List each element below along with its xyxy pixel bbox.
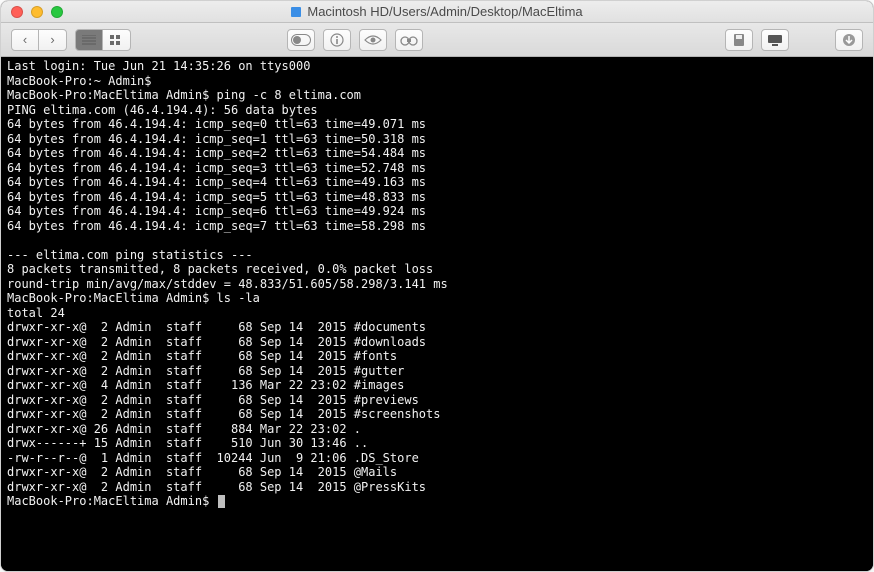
monitor-button[interactable] bbox=[761, 29, 789, 51]
info-button[interactable] bbox=[323, 29, 351, 51]
ping-reply: 64 bytes from 46.4.194.4: icmp_seq=5 ttl… bbox=[7, 190, 426, 204]
forward-button[interactable]: › bbox=[39, 29, 67, 51]
ls-row: drwxr-xr-x@ 2 Admin staff 68 Sep 14 2015… bbox=[7, 407, 440, 421]
preview-button[interactable] bbox=[359, 29, 387, 51]
ping-reply: 64 bytes from 46.4.194.4: icmp_seq=6 ttl… bbox=[7, 204, 426, 218]
window-title: Macintosh HD/Users/Admin/Desktop/MacElti… bbox=[9, 4, 865, 19]
view-group bbox=[75, 29, 131, 51]
grid-view-button[interactable] bbox=[103, 29, 131, 51]
ls-row: drwxr-xr-x@ 26 Admin staff 884 Mar 22 23… bbox=[7, 422, 361, 436]
ls-row: drwx------+ 15 Admin staff 510 Jun 30 13… bbox=[7, 436, 368, 450]
traffic-lights bbox=[11, 6, 63, 18]
ping-stats-1: 8 packets transmitted, 8 packets receive… bbox=[7, 262, 433, 276]
titlebar: Macintosh HD/Users/Admin/Desktop/MacElti… bbox=[1, 1, 873, 23]
search-button[interactable] bbox=[395, 29, 423, 51]
ping-stats-hdr: --- eltima.com ping statistics --- bbox=[7, 248, 253, 262]
minimize-icon[interactable] bbox=[31, 6, 43, 18]
ping-reply: 64 bytes from 46.4.194.4: icmp_seq=4 ttl… bbox=[7, 175, 426, 189]
ping-reply: 64 bytes from 46.4.194.4: icmp_seq=2 ttl… bbox=[7, 146, 426, 160]
download-button[interactable] bbox=[835, 29, 863, 51]
cursor bbox=[218, 495, 225, 508]
prompt-dir-2: MacBook-Pro:MacEltima Admin$ bbox=[7, 291, 217, 305]
app-icon bbox=[291, 7, 301, 17]
window-title-text: Macintosh HD/Users/Admin/Desktop/MacElti… bbox=[307, 4, 582, 19]
list-view-button[interactable] bbox=[75, 29, 103, 51]
ping-header: PING eltima.com (46.4.194.4): 56 data by… bbox=[7, 103, 318, 117]
ls-row: drwxr-xr-x@ 2 Admin staff 68 Sep 14 2015… bbox=[7, 480, 426, 494]
ping-reply: 64 bytes from 46.4.194.4: icmp_seq=0 ttl… bbox=[7, 117, 426, 131]
ls-row: drwxr-xr-x@ 2 Admin staff 68 Sep 14 2015… bbox=[7, 465, 397, 479]
grid-icon bbox=[110, 35, 124, 45]
ls-row: drwxr-xr-x@ 2 Admin staff 68 Sep 14 2015… bbox=[7, 364, 404, 378]
nav-group: ‹ › bbox=[11, 29, 67, 51]
ls-row: -rw-r--r--@ 1 Admin staff 10244 Jun 9 21… bbox=[7, 451, 419, 465]
prompt-dir-3: MacBook-Pro:MacEltima Admin$ bbox=[7, 494, 217, 508]
app-window: Macintosh HD/Users/Admin/Desktop/MacElti… bbox=[0, 0, 874, 572]
ls-row: drwxr-xr-x@ 2 Admin staff 68 Sep 14 2015… bbox=[7, 335, 426, 349]
chevron-left-icon: ‹ bbox=[23, 33, 27, 46]
line-last-login: Last login: Tue Jun 21 14:35:26 on ttys0… bbox=[7, 59, 310, 73]
monitor-icon bbox=[767, 34, 783, 46]
disk-button[interactable] bbox=[725, 29, 753, 51]
ls-total: total 24 bbox=[7, 306, 65, 320]
prompt-dir-1: MacBook-Pro:MacEltima Admin$ bbox=[7, 88, 217, 102]
toggle-icon bbox=[291, 34, 311, 46]
download-icon bbox=[842, 33, 856, 47]
ls-row: drwxr-xr-x@ 4 Admin staff 136 Mar 22 23:… bbox=[7, 378, 404, 392]
toolbar: ‹ › bbox=[1, 23, 873, 57]
list-icon bbox=[82, 35, 96, 45]
ping-stats-2: round-trip min/avg/max/stddev = 48.833/5… bbox=[7, 277, 448, 291]
info-icon bbox=[330, 33, 344, 47]
close-icon[interactable] bbox=[11, 6, 23, 18]
cmd-ping: ping -c 8 eltima.com bbox=[217, 88, 362, 102]
disk-icon bbox=[733, 33, 745, 47]
ls-row: drwxr-xr-x@ 2 Admin staff 68 Sep 14 2015… bbox=[7, 349, 397, 363]
ping-reply: 64 bytes from 46.4.194.4: icmp_seq=1 ttl… bbox=[7, 132, 426, 146]
cmd-ls: ls -la bbox=[217, 291, 260, 305]
prompt-home: MacBook-Pro:~ Admin$ bbox=[7, 74, 159, 88]
toggle-button[interactable] bbox=[287, 29, 315, 51]
eye-icon bbox=[364, 34, 382, 46]
chevron-right-icon: › bbox=[50, 33, 54, 46]
ls-row: drwxr-xr-x@ 2 Admin staff 68 Sep 14 2015… bbox=[7, 393, 419, 407]
ping-reply: 64 bytes from 46.4.194.4: icmp_seq=7 ttl… bbox=[7, 219, 426, 233]
zoom-icon[interactable] bbox=[51, 6, 63, 18]
binoculars-icon bbox=[400, 34, 418, 46]
ping-reply: 64 bytes from 46.4.194.4: icmp_seq=3 ttl… bbox=[7, 161, 426, 175]
terminal-output[interactable]: Last login: Tue Jun 21 14:35:26 on ttys0… bbox=[1, 57, 873, 572]
back-button[interactable]: ‹ bbox=[11, 29, 39, 51]
ls-row: drwxr-xr-x@ 2 Admin staff 68 Sep 14 2015… bbox=[7, 320, 426, 334]
